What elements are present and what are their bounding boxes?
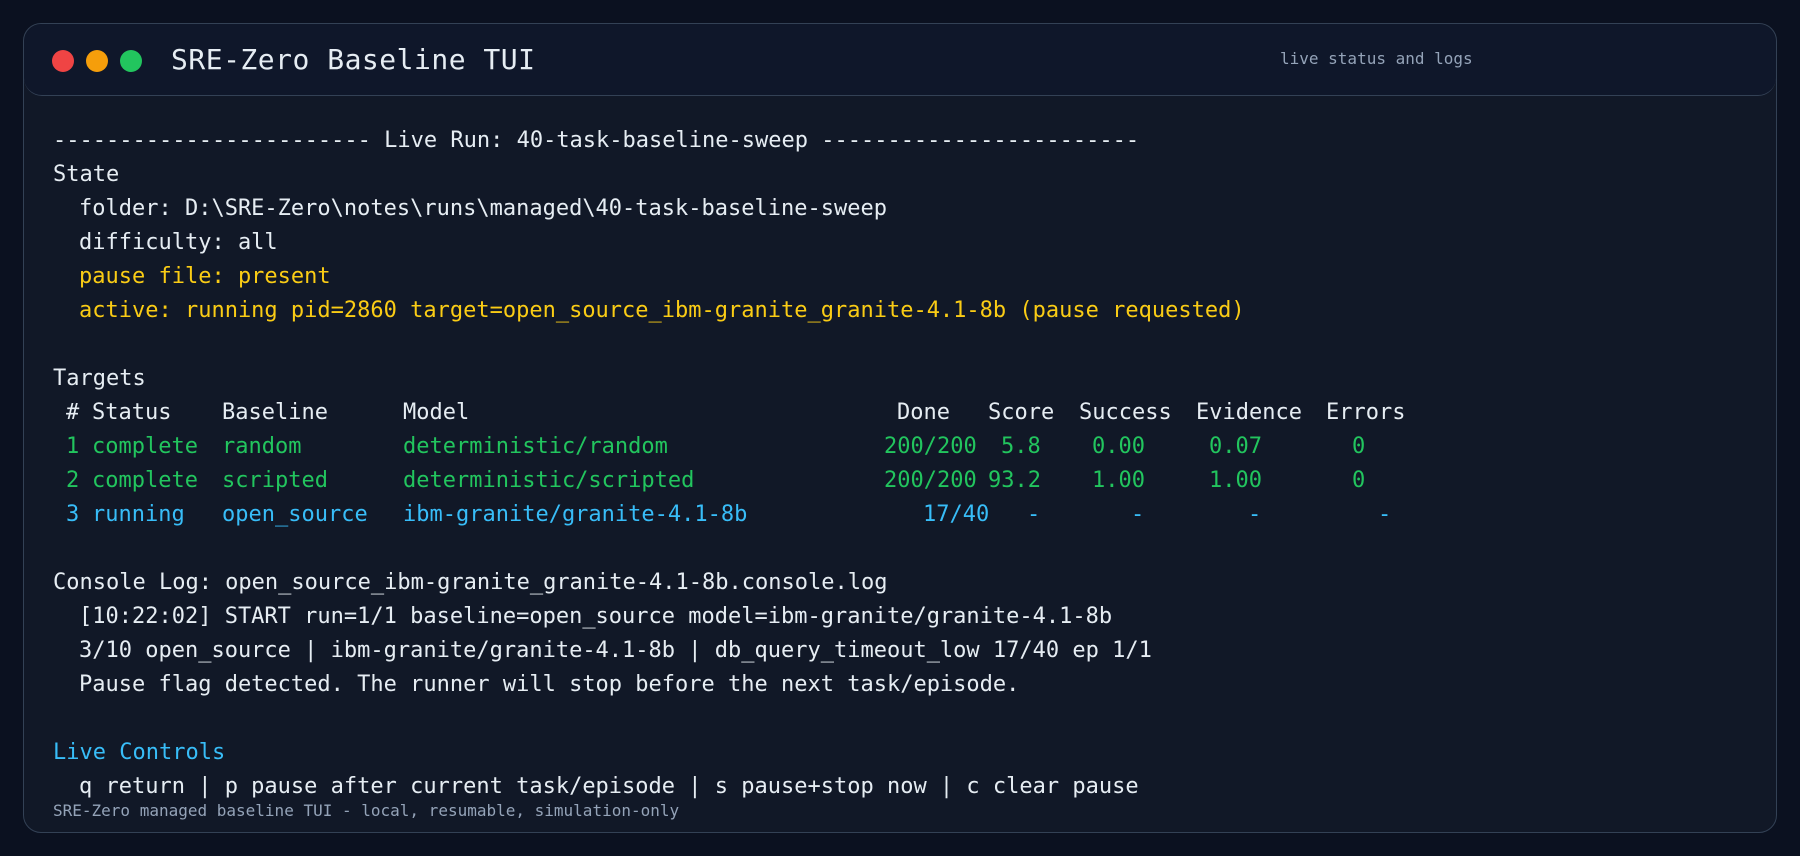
console-line: 3/10 open_source | ibm-granite/granite-4… xyxy=(79,638,1152,663)
target-success: 1.00 xyxy=(1092,468,1145,493)
target-status: running xyxy=(92,502,185,527)
column-header-score: Score xyxy=(988,400,1055,425)
target-score: - xyxy=(1027,502,1041,527)
target-model: deterministic/random xyxy=(403,434,668,459)
target-done: 200/200 xyxy=(884,434,977,459)
target-num: 2 xyxy=(66,468,80,493)
column-header-done: Done xyxy=(897,400,950,425)
window-subtitle: live status and logs xyxy=(1280,49,1473,68)
target-errors: - xyxy=(1378,502,1392,527)
targets-table-header: # Status Baseline Model Done Score Succe… xyxy=(53,396,1766,430)
target-done: 17/40 xyxy=(923,502,990,527)
target-evidence: 1.00 xyxy=(1209,468,1262,493)
state-heading: State xyxy=(53,162,120,187)
controls-help: q return | p pause after current task/ep… xyxy=(79,774,1139,799)
targets-heading: Targets xyxy=(53,366,146,391)
title-bar: SRE-Zero Baseline TUI live status and lo… xyxy=(24,24,1776,96)
app-title: SRE-Zero Baseline TUI xyxy=(171,43,536,76)
target-baseline: random xyxy=(222,434,302,459)
target-row: 1 complete random deterministic/random 2… xyxy=(53,430,1766,464)
target-evidence: 0.07 xyxy=(1209,434,1262,459)
target-success: 0.00 xyxy=(1092,434,1145,459)
target-errors: 0 xyxy=(1352,434,1366,459)
target-success: - xyxy=(1131,502,1145,527)
column-header-model: Model xyxy=(403,400,470,425)
column-header-baseline: Baseline xyxy=(222,400,328,425)
state-pause-file: pause file: present xyxy=(79,264,331,289)
console-line: Pause flag detected. The runner will sto… xyxy=(79,672,1020,697)
target-baseline: open_source xyxy=(222,502,368,527)
column-header-num: # xyxy=(66,400,80,425)
target-status: complete xyxy=(92,434,198,459)
column-header-success: Success xyxy=(1079,400,1172,425)
maximize-window-button[interactable] xyxy=(120,50,142,72)
target-score: 5.8 xyxy=(1001,434,1041,459)
target-model: deterministic/scripted xyxy=(403,468,695,493)
console-line: [10:22:02] START run=1/1 baseline=open_s… xyxy=(79,604,1113,629)
state-active: active: running pid=2860 target=open_sou… xyxy=(79,298,1245,323)
footer-note: SRE-Zero managed baseline TUI - local, r… xyxy=(53,801,680,820)
target-score: 93.2 xyxy=(988,468,1041,493)
console-heading: Console Log: open_source_ibm-granite_gra… xyxy=(53,570,888,595)
state-difficulty: difficulty: all xyxy=(79,230,278,255)
target-done: 200/200 xyxy=(884,468,977,493)
column-header-status: Status xyxy=(92,400,172,425)
run-header: ------------------------ Live Run: 40-ta… xyxy=(53,128,1140,153)
target-num: 3 xyxy=(66,502,80,527)
controls-heading: Live Controls xyxy=(53,740,226,765)
tui-window: SRE-Zero Baseline TUI live status and lo… xyxy=(23,23,1777,833)
target-errors: 0 xyxy=(1352,468,1366,493)
target-num: 1 xyxy=(66,434,80,459)
target-evidence: - xyxy=(1248,502,1262,527)
state-folder: folder: D:\SRE-Zero\notes\runs\managed\4… xyxy=(79,196,887,221)
target-row: 2 complete scripted deterministic/script… xyxy=(53,464,1766,498)
column-header-evidence: Evidence xyxy=(1196,400,1302,425)
terminal-content: ------------------------ Live Run: 40-ta… xyxy=(53,124,1766,804)
target-baseline: scripted xyxy=(222,468,328,493)
target-status: complete xyxy=(92,468,198,493)
minimize-window-button[interactable] xyxy=(86,50,108,72)
target-model: ibm-granite/granite-4.1-8b xyxy=(403,502,748,527)
close-window-button[interactable] xyxy=(52,50,74,72)
column-header-errors: Errors xyxy=(1326,400,1406,425)
target-row: 3 running open_source ibm-granite/granit… xyxy=(53,498,1766,532)
